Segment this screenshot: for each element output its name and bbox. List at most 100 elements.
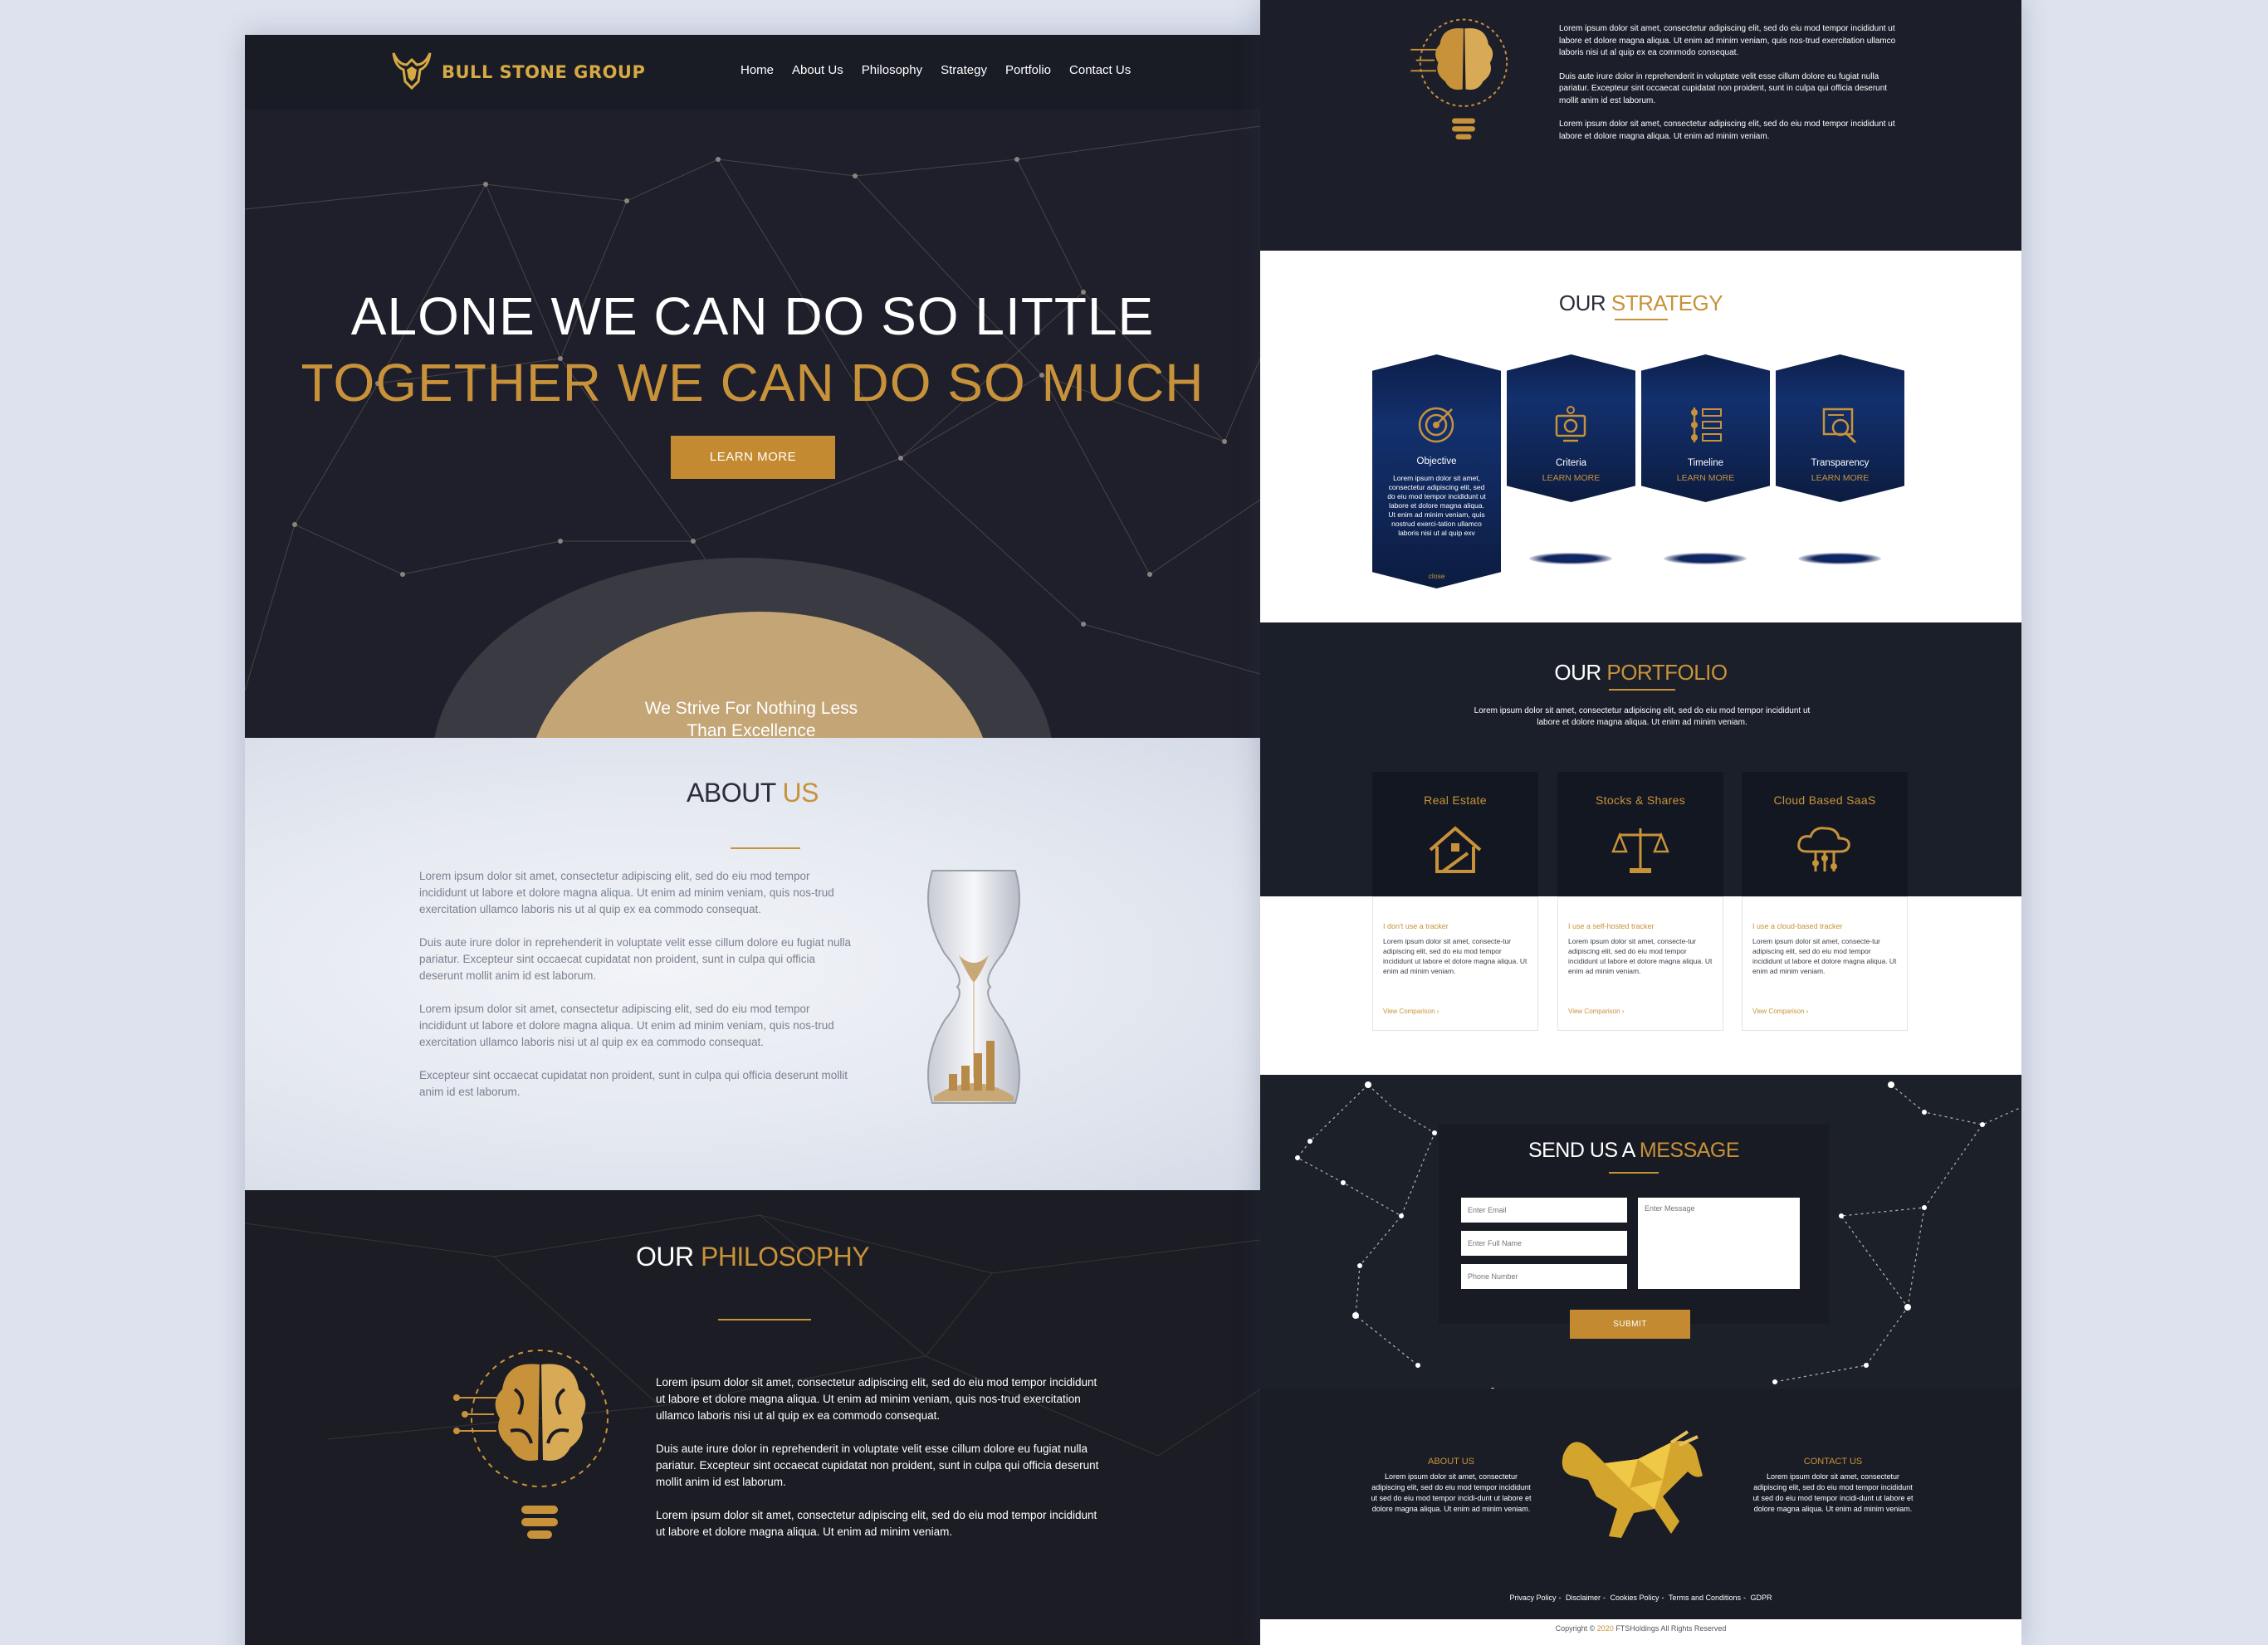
disclaimer-link[interactable]: Disclaimer [1566, 1594, 1601, 1602]
phone-field[interactable] [1461, 1264, 1627, 1289]
strategy-title-underline [1615, 319, 1668, 320]
card-shadow [1798, 553, 1881, 564]
contact-title: SEND US A MESSAGE [1527, 1139, 1740, 1162]
portfolio-card-header: Cloud Based SaaS [1742, 772, 1908, 906]
portfolio-card-cloud[interactable]: Cloud Based SaaS I use a cloud-based tra… [1742, 772, 1908, 1031]
about-paragraph: Excepteur sint occaecat cupidatat non pr… [419, 1069, 848, 1098]
strategy-label: Criteria [1555, 458, 1587, 468]
philosophy-paragraph: Duis aute irure dolor in reprehenderit i… [1559, 71, 1888, 105]
philosophy-continued: Lorem ipsum dolor sit amet, consectetur … [1260, 0, 2021, 251]
footer-about-title: ABOUT US [1427, 1457, 1475, 1467]
footer-about: ABOUT US Lorem ipsum dolor sit amet, con… [1368, 1457, 1534, 1515]
view-comparison-link[interactable]: View Comparison › [1752, 1008, 1808, 1015]
strategy-title: OUR STRATEGY [1558, 290, 1723, 315]
strategy-label: Objective [1416, 456, 1457, 466]
portfolio-card-description: Lorem ipsum dolor sit amet, consecte-tur… [1568, 937, 1713, 975]
nav-philosophy[interactable]: Philosophy [862, 63, 922, 77]
nav-home[interactable]: Home [741, 63, 774, 77]
contact-section: SEND US A MESSAGE SUBMIT [1260, 1075, 2021, 1440]
nav-contact-us[interactable]: Contact Us [1069, 63, 1131, 77]
message-field[interactable] [1638, 1198, 1800, 1289]
nav-strategy[interactable]: Strategy [941, 63, 987, 77]
timeline-icon [1684, 404, 1726, 450]
about-section: ABOUT US Lorem ipsum dolor sit amet, con… [245, 738, 1260, 1190]
philosophy-paragraph: Lorem ipsum dolor sit amet, consectetur … [656, 1376, 1097, 1422]
house-icon [1426, 823, 1484, 881]
submit-button[interactable]: SUBMIT [1570, 1310, 1690, 1339]
portfolio-card-real-estate[interactable]: Real Estate I don't use a tracker Lorem … [1372, 772, 1538, 1031]
portfolio-card-title: Real Estate [1424, 793, 1487, 807]
cloud-icon [1796, 823, 1854, 881]
privacy-policy-link[interactable]: Privacy Policy [1509, 1594, 1556, 1602]
portfolio-card-subtitle: I use a cloud-based tracker [1752, 922, 1843, 930]
strategy-card-objective[interactable]: Objective Lorem ipsum dolor sit amet, co… [1372, 354, 1501, 588]
portfolio-subtitle: Lorem ipsum dolor sit amet, consectetur … [1474, 706, 1811, 727]
philosophy-text: Lorem ipsum dolor sit amet, consectetur … [656, 1374, 1104, 1557]
strategy-close-link[interactable]: close [1372, 572, 1501, 580]
bull-logo-icon [390, 48, 433, 95]
philosophy-text: Lorem ipsum dolor sit amet, consectetur … [1559, 23, 1899, 154]
about-paragraph: Duis aute irure dolor in reprehenderit i… [419, 936, 852, 982]
gdpr-link[interactable]: GDPR [1751, 1594, 1772, 1602]
portfolio-card-title: Cloud Based SaaS [1773, 793, 1876, 807]
about-title: ABOUT US [687, 778, 819, 808]
portfolio-card-title: Stocks & Shares [1596, 793, 1685, 807]
portfolio-card-body: I don't use a tracker Lorem ipsum dolor … [1372, 896, 1538, 1031]
terms-link[interactable]: Terms and Conditions [1669, 1594, 1741, 1602]
strategy-learn-more[interactable]: LEARN MORE [1507, 473, 1635, 483]
nav-portfolio[interactable]: Portfolio [1005, 63, 1051, 77]
philosophy-paragraph: Lorem ipsum dolor sit amet, consectetur … [656, 1509, 1097, 1538]
portfolio-card-body: I use a self-hosted tracker Lorem ipsum … [1557, 896, 1723, 1031]
copyright-year: 2020 [1596, 1624, 1614, 1633]
site-footer: ABOUT US Lorem ipsum dolor sit amet, con… [1260, 1389, 2021, 1619]
footer-contact-text: Lorem ipsum dolor sit amet, consectetur … [1752, 1472, 1914, 1513]
target-icon [1415, 404, 1457, 450]
strategy-description: Lorem ipsum dolor sit amet, consectetur … [1387, 474, 1486, 537]
strategy-card-transparency[interactable]: Transparency LEARN MORE [1776, 354, 1904, 502]
view-comparison-link[interactable]: View Comparison › [1568, 1008, 1624, 1015]
hero-headline-line1: ALONE WE CAN DO SO LITTLE [350, 286, 1155, 346]
strategy-card-timeline[interactable]: Timeline LEARN MORE [1641, 354, 1770, 502]
about-paragraph: Lorem ipsum dolor sit amet, consectetur … [419, 870, 834, 915]
view-comparison-link[interactable]: View Comparison › [1383, 1008, 1439, 1015]
full-name-field[interactable] [1461, 1231, 1627, 1256]
portfolio-card-description: Lorem ipsum dolor sit amet, consecte-tur… [1383, 937, 1527, 975]
brain-bulb-icon [1405, 7, 1522, 160]
cookies-policy-link[interactable]: Cookies Policy [1610, 1594, 1659, 1602]
portfolio-card-stocks[interactable]: Stocks & Shares I use a self-hosted trac… [1557, 772, 1723, 1031]
footer-contact: CONTACT US Lorem ipsum dolor sit amet, c… [1750, 1457, 1916, 1515]
about-title-underline [731, 847, 800, 849]
strategy-label: Timeline [1687, 458, 1724, 468]
portfolio-card-header: Real Estate [1372, 772, 1538, 906]
copyright-bar: Copyright © 2020 FTSHoldings All Rights … [1260, 1619, 2021, 1645]
hero-headline-line2: TOGETHER WE CAN DO SO MUCH [301, 353, 1205, 412]
hourglass-image [916, 862, 1032, 1115]
philosophy-title: OUR PHILOSOPHY [635, 1242, 870, 1272]
nav-about-us[interactable]: About Us [792, 63, 843, 77]
strategy-section: OUR STRATEGY Objective Lorem ipsum dolor… [1260, 251, 2021, 622]
hero-tagline-line2: Than Excellence [687, 721, 816, 738]
copyright-text: FTSHoldings All Rights Reserved [1613, 1624, 1727, 1633]
philosophy-section: OUR PHILOSOPHY Lorem ipsum dolor sit ame… [245, 1190, 1260, 1645]
learn-more-button[interactable]: LEARN MORE [671, 436, 835, 479]
brand-logo[interactable]: BULL STONE GROUP [390, 48, 645, 95]
philosophy-paragraph: Lorem ipsum dolor sit amet, consectetur … [1559, 120, 1895, 141]
right-page-column: Lorem ipsum dolor sit amet, consectetur … [1260, 0, 2021, 1645]
hero-section: ALONE WE CAN DO SO LITTLE TOGETHER WE CA… [245, 110, 1260, 738]
card-shadow [1664, 553, 1747, 564]
portfolio-card-description: Lorem ipsum dolor sit amet, consecte-tur… [1752, 937, 1897, 975]
strategy-card-criteria[interactable]: Criteria LEARN MORE [1507, 354, 1635, 502]
contact-title-underline [1609, 1172, 1659, 1174]
portfolio-title: OUR PORTFOLIO [1554, 660, 1728, 685]
scales-icon [1611, 823, 1669, 881]
portfolio-card-subtitle: I don't use a tracker [1383, 922, 1449, 930]
philosophy-title-underline [718, 1319, 811, 1320]
about-paragraph: Lorem ipsum dolor sit amet, consectetur … [419, 1003, 834, 1048]
email-field[interactable] [1461, 1198, 1627, 1223]
footer-links: Privacy Policy - Disclaimer - Cookies Poli… [1509, 1594, 1772, 1602]
strategy-learn-more[interactable]: LEARN MORE [1641, 473, 1770, 483]
footer-about-text: Lorem ipsum dolor sit amet, consectetur … [1371, 1472, 1532, 1513]
site-header: BULL STONE GROUP Home About Us Philosoph… [245, 35, 1260, 110]
strategy-learn-more[interactable]: LEARN MORE [1776, 473, 1904, 483]
golden-bull-image [1555, 1430, 1713, 1550]
